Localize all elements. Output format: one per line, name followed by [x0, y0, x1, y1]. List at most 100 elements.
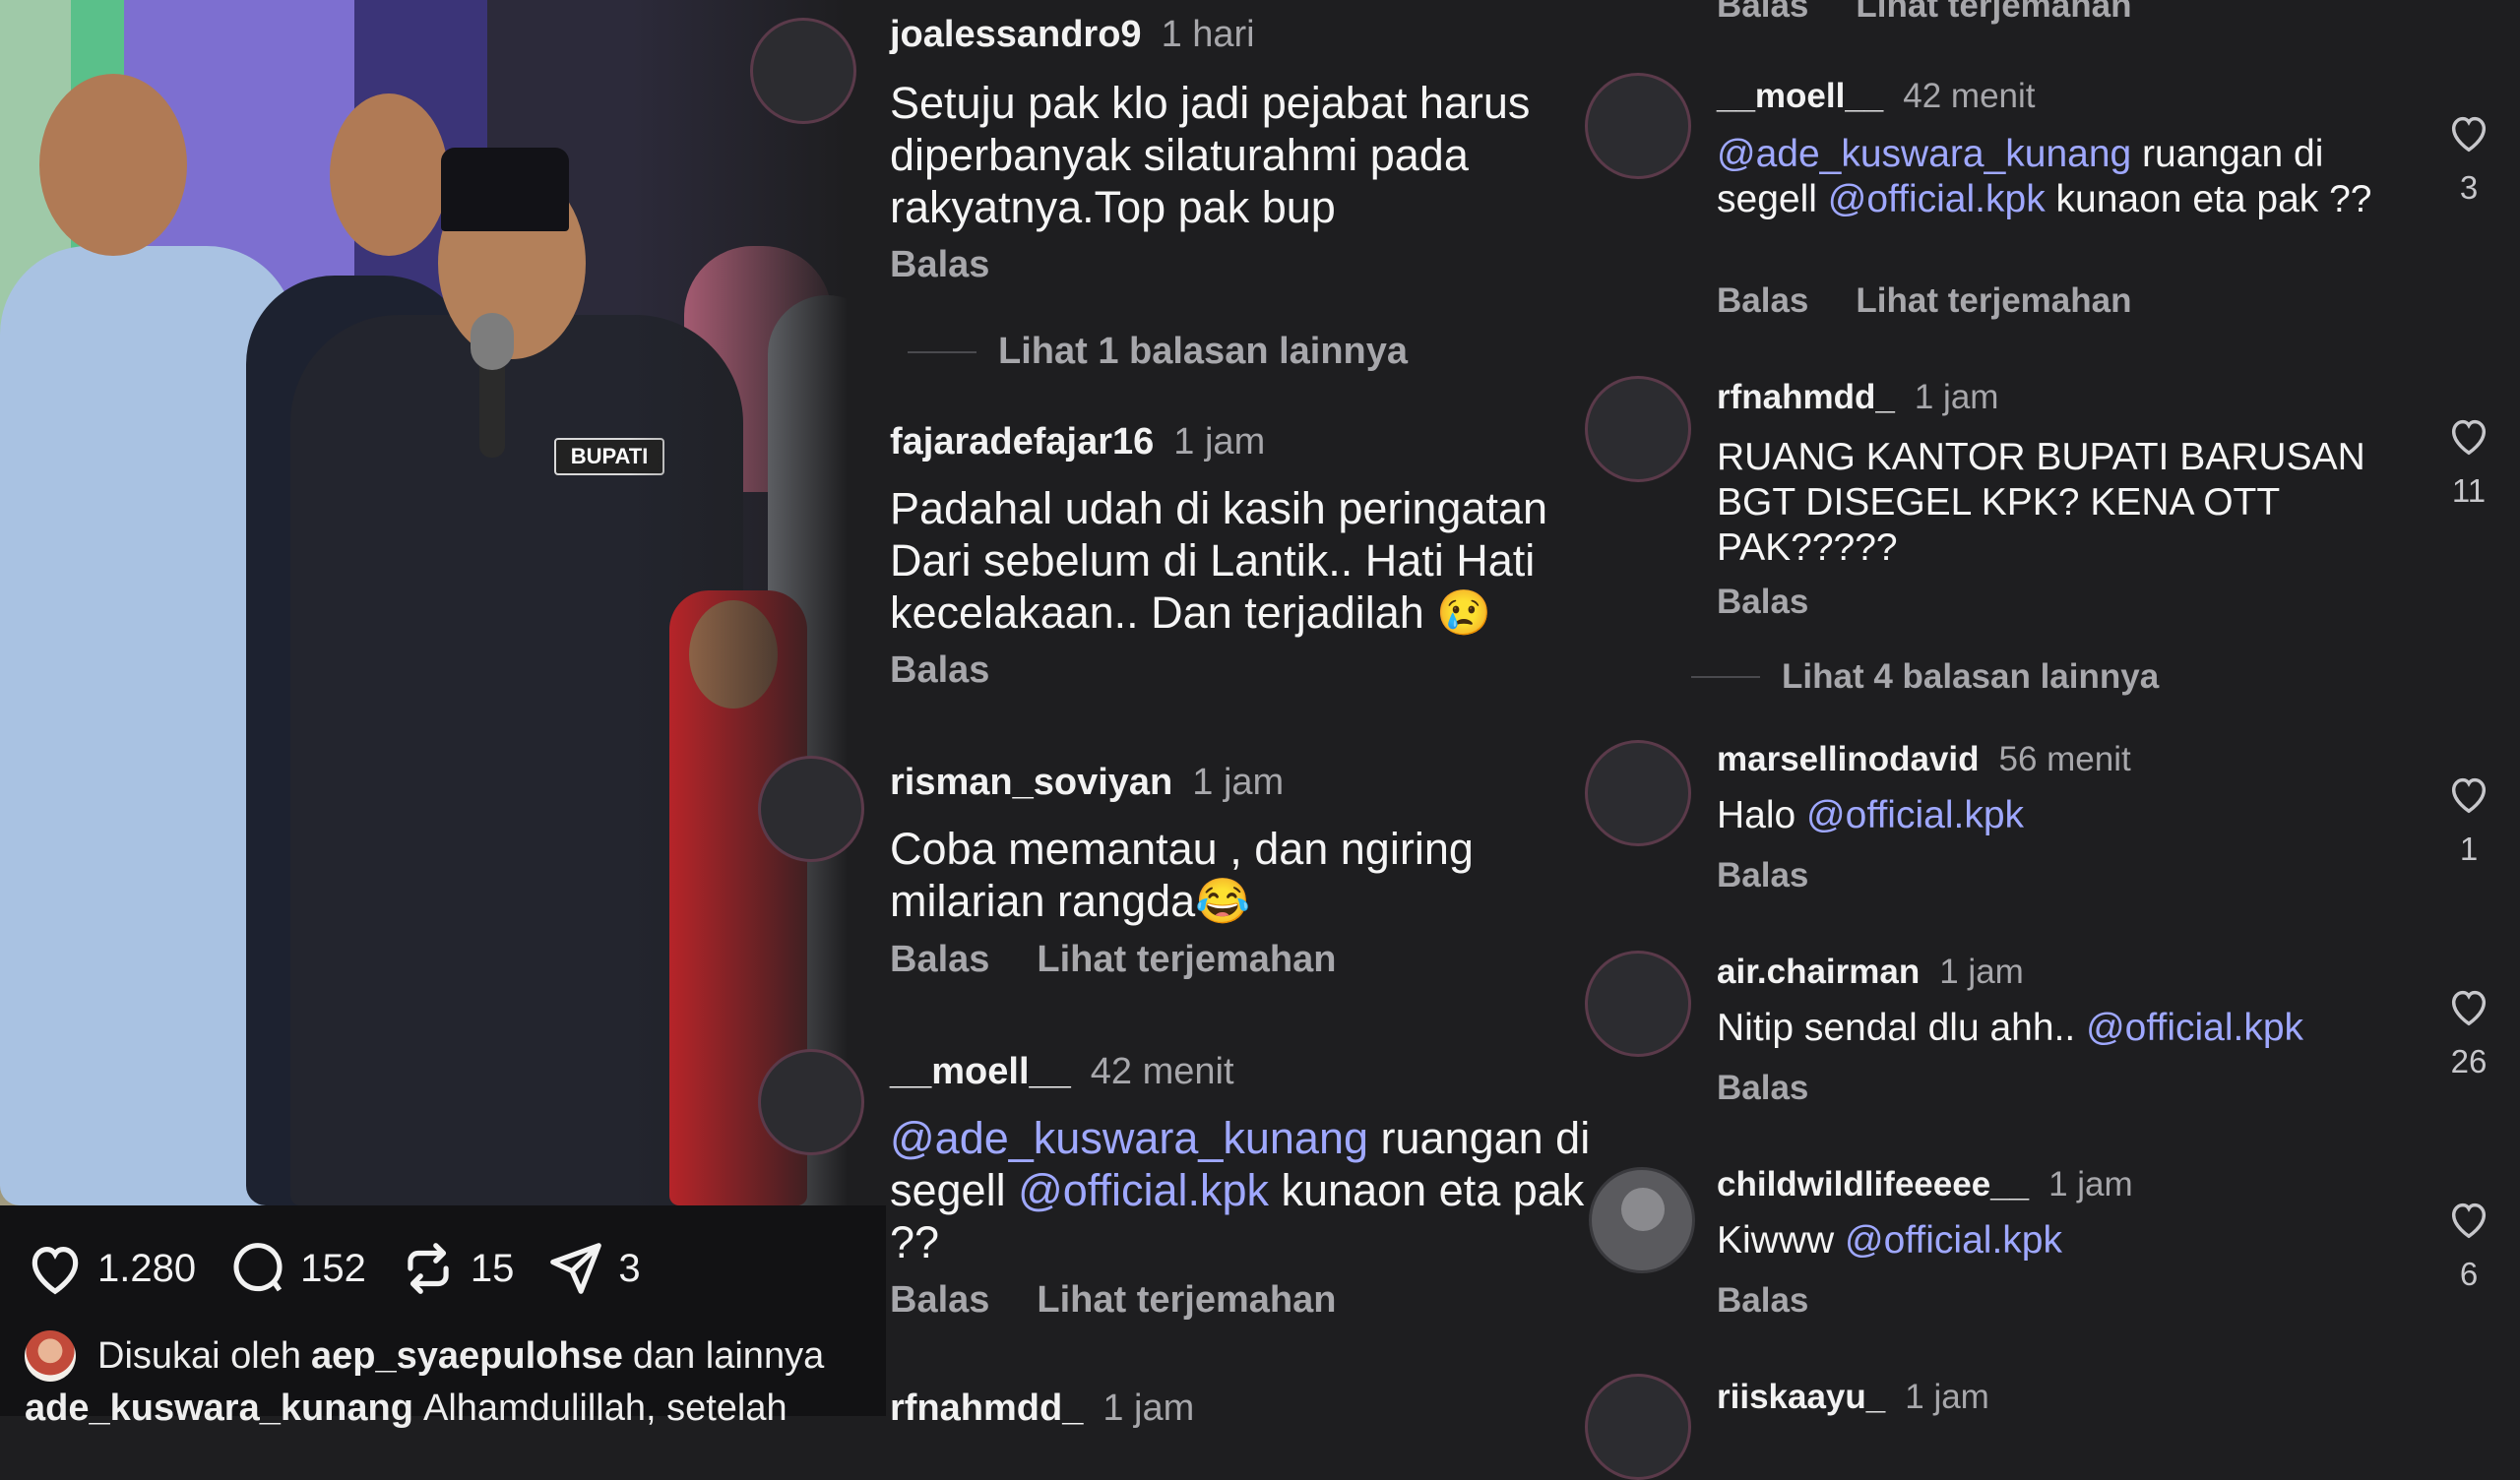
- view-more-replies[interactable]: Lihat 1 balasan lainnya: [908, 331, 1408, 373]
- comment-username[interactable]: __moell__ 42 menit: [890, 1051, 1234, 1093]
- photo-head-back: [330, 93, 448, 256]
- mention-link[interactable]: @official.kpk: [1806, 794, 2024, 836]
- heart-icon[interactable]: [2446, 413, 2491, 459]
- comment-icon[interactable]: [227, 1238, 288, 1299]
- translate-button[interactable]: Lihat terjemahan: [1856, 281, 2131, 320]
- mention-link[interactable]: @official.kpk: [1018, 1165, 1269, 1215]
- repost-action[interactable]: 15: [398, 1238, 515, 1299]
- comment-actions: Balas: [1717, 1281, 1808, 1321]
- comment-text: @ade_kuswara_kunang ruangan di segell @o…: [890, 1113, 1591, 1268]
- reply-button[interactable]: Balas: [890, 939, 989, 980]
- mention-link[interactable]: @official.kpk: [1828, 178, 2046, 220]
- comment-username[interactable]: childwildlifeeeee__ 1 jam: [1717, 1165, 2133, 1204]
- comment-like[interactable]: 3: [2445, 110, 2492, 207]
- comment-like-count: 26: [2450, 1043, 2488, 1079]
- comment-text: Padahal udah di kasih peringatan Dari se…: [890, 483, 1548, 639]
- translate-button[interactable]: Lihat terjemahan: [1037, 939, 1336, 980]
- comment-actions: Balas Lihat terjemahan: [1717, 281, 2131, 321]
- like-count: 1.280: [97, 1246, 197, 1290]
- comment-time: 1 jam: [1102, 1388, 1195, 1429]
- comment-time: 42 menit: [1903, 77, 2036, 115]
- photo-head-left: [39, 74, 187, 256]
- liked-by-user[interactable]: aep_syaepulohse: [311, 1335, 623, 1378]
- post-caption: ade_kuswara_kunang Alhamdulillah, setelah: [25, 1388, 788, 1430]
- comment-username[interactable]: joalessandro9 1 hari: [890, 14, 1255, 56]
- reply-button[interactable]: Balas: [890, 244, 989, 285]
- share-count: 3: [618, 1246, 641, 1290]
- comment-username[interactable]: air.chairman 1 jam: [1717, 953, 2024, 992]
- avatar[interactable]: [750, 18, 856, 124]
- reply-button[interactable]: Balas: [1717, 1069, 1808, 1107]
- comment-username[interactable]: marsellinodavid 56 menit: [1717, 740, 2131, 779]
- reply-button[interactable]: Balas: [1717, 1281, 1808, 1320]
- comment-time: 42 menit: [1090, 1051, 1234, 1092]
- reply-button[interactable]: Balas: [1717, 0, 1808, 25]
- comment-username[interactable]: risman_soviyan 1 jam: [890, 762, 1284, 804]
- mention-link[interactable]: @ade_kuswara_kunang: [890, 1113, 1368, 1163]
- comment-actions: Balas Lihat terjemahan: [890, 939, 1336, 981]
- post-photo[interactable]: BUPATI: [0, 0, 886, 1205]
- reply-button[interactable]: Balas: [1717, 856, 1808, 894]
- reply-button[interactable]: Balas: [1717, 583, 1808, 621]
- reply-button[interactable]: Balas: [890, 649, 989, 691]
- comment-actions: Balas: [1717, 583, 1808, 622]
- avatar[interactable]: [758, 756, 864, 862]
- liked-by-row[interactable]: Disukai oleh aep_syaepulohse dan lainnya: [25, 1330, 824, 1382]
- send-icon[interactable]: [545, 1238, 606, 1299]
- mention-link[interactable]: @ade_kuswara_kunang: [1717, 133, 2131, 175]
- comment-time: 1 jam: [1905, 1378, 1989, 1416]
- comment-like-count: 11: [2451, 472, 2487, 509]
- comment-like[interactable]: 1: [2445, 771, 2492, 868]
- reply-button[interactable]: Balas: [1717, 281, 1808, 320]
- comment-count: 152: [300, 1246, 366, 1290]
- comment-time: 1 jam: [1914, 378, 1999, 416]
- repost-icon[interactable]: [398, 1238, 459, 1299]
- comment-like[interactable]: 26: [2445, 984, 2492, 1080]
- avatar[interactable]: [1585, 376, 1691, 482]
- heart-icon[interactable]: [25, 1238, 86, 1299]
- comment-username[interactable]: riiskaayu_ 1 jam: [1717, 1378, 1989, 1417]
- share-action[interactable]: 3: [545, 1238, 641, 1299]
- liked-by-suffix[interactable]: dan lainnya: [633, 1335, 824, 1378]
- translate-button[interactable]: Lihat terjemahan: [1856, 0, 2131, 25]
- comment-actions: Balas: [890, 244, 989, 286]
- heart-icon[interactable]: [2446, 984, 2491, 1029]
- comment-like[interactable]: 11: [2445, 413, 2492, 510]
- heart-icon[interactable]: [2446, 1197, 2491, 1242]
- comment-actions: Balas: [890, 649, 989, 692]
- comment-username[interactable]: rfnahmdd_ 1 jam: [890, 1388, 1194, 1430]
- comment-time: 1 hari: [1161, 14, 1255, 55]
- comment-username[interactable]: fajaradefajar16 1 jam: [890, 421, 1265, 463]
- caption-text: Alhamdulillah, setelah: [422, 1388, 788, 1429]
- comment-like[interactable]: 6: [2445, 1197, 2492, 1293]
- repost-count: 15: [470, 1246, 515, 1290]
- avatar[interactable]: [1585, 740, 1691, 846]
- view-more-replies[interactable]: Lihat 4 balasan lainnya: [1691, 657, 2159, 697]
- comment-username[interactable]: __moell__ 42 menit: [1717, 77, 2036, 116]
- avatar[interactable]: [1585, 1374, 1691, 1480]
- default-avatar[interactable]: [1589, 1167, 1695, 1273]
- mention-link[interactable]: @official.kpk: [1845, 1219, 2062, 1262]
- comment-username[interactable]: rfnahmdd_ 1 jam: [1717, 378, 1998, 417]
- photo-cap: [441, 148, 569, 231]
- liked-by-prefix: Disukai oleh: [97, 1334, 301, 1377]
- liker-avatar: [25, 1330, 76, 1382]
- comment-like-count: 6: [2459, 1256, 2479, 1292]
- translate-button[interactable]: Lihat terjemahan: [1037, 1279, 1336, 1321]
- avatar[interactable]: [1585, 951, 1691, 1057]
- mention-link[interactable]: @official.kpk: [2086, 1007, 2303, 1049]
- avatar[interactable]: [758, 1049, 864, 1155]
- reply-button[interactable]: Balas: [890, 1279, 989, 1321]
- comment-time: 1 jam: [2048, 1165, 2133, 1203]
- heart-icon[interactable]: [2446, 110, 2491, 155]
- comment-time: 1 jam: [1939, 953, 2024, 991]
- comment-text: Kiwww @official.kpk: [1717, 1219, 2062, 1262]
- post-actions: 1.280 152 15 3: [25, 1238, 672, 1299]
- caption-user[interactable]: ade_kuswara_kunang: [25, 1388, 413, 1429]
- avatar[interactable]: [1585, 73, 1691, 179]
- heart-icon[interactable]: [2446, 771, 2491, 817]
- comment-text: Setuju pak klo jadi pejabat harus diperb…: [890, 78, 1531, 233]
- like-action[interactable]: 1.280: [25, 1238, 196, 1299]
- comment-action[interactable]: 152: [227, 1238, 366, 1299]
- comment-like-count: 1: [2459, 831, 2479, 867]
